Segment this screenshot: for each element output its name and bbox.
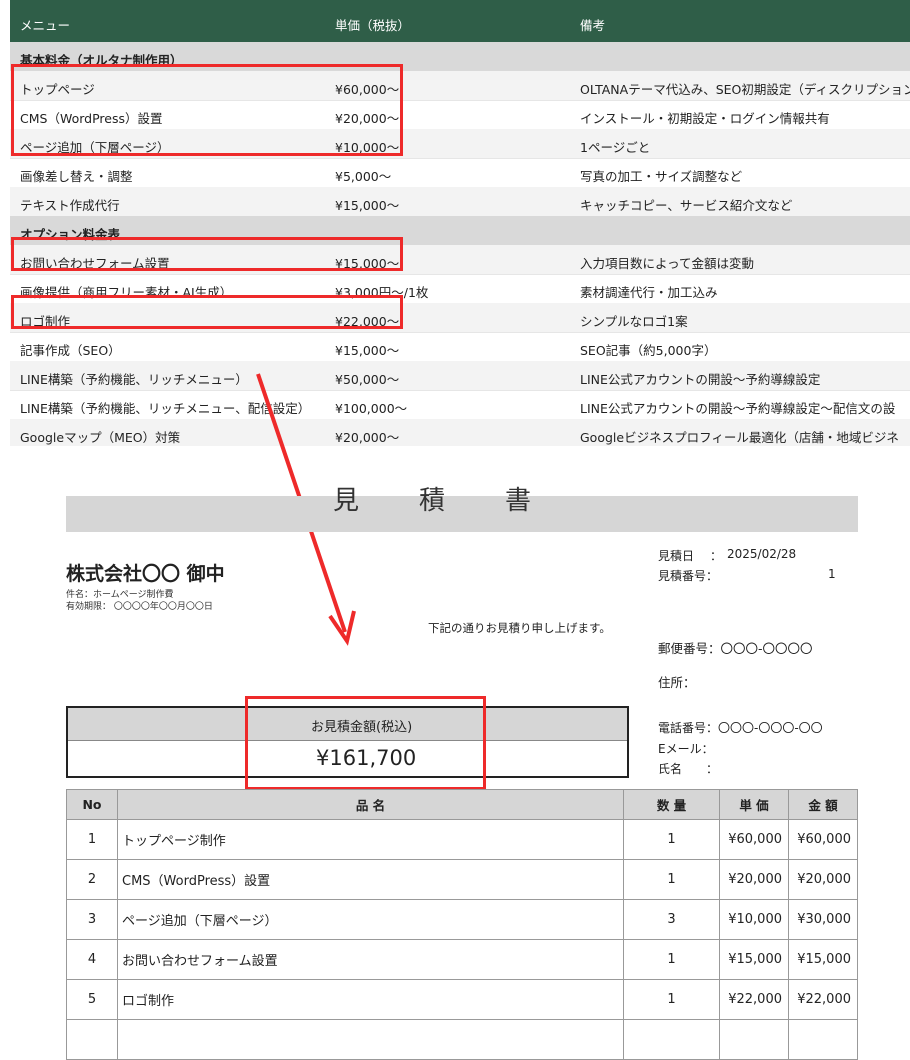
intro-text: 下記の通りお見積り申し上げます。: [428, 621, 611, 635]
estimate-document: 見積書 株式会社〇〇 御中 件名：ホームページ制作費 有効期限： 〇〇〇〇年〇〇…: [0, 446, 910, 1060]
item-qty: 1: [623, 859, 720, 900]
item-name: お問い合わせフォーム設置: [117, 939, 624, 980]
item-row: 1 トップページ制作 1 ¥60,000 ¥60,000: [66, 819, 858, 860]
postal-code: 郵便番号：〇〇〇-〇〇〇〇: [658, 641, 813, 656]
item-qty: 1: [623, 819, 720, 860]
item-row: 4 お問い合わせフォーム設置 1 ¥15,000 ¥15,000: [66, 939, 858, 980]
phone: 電話番号：〇〇〇-〇〇〇-〇〇: [658, 721, 823, 735]
validity-line: 有効期限： 〇〇〇〇年〇〇月〇〇日: [66, 602, 213, 612]
number-value: 1: [828, 567, 836, 581]
address: 住所：: [658, 675, 696, 690]
item-unit-price: ¥22,000: [719, 979, 789, 1020]
col-no: No: [66, 789, 118, 820]
item-qty: [623, 1019, 720, 1060]
items-header-row: No 品 名 数 量 単 価 金 額: [66, 789, 858, 820]
col-item: 品 名: [117, 789, 624, 820]
col-amount: 金 額: [788, 789, 858, 820]
date-value: 2025/02/28: [727, 547, 797, 561]
number-label: 見積番号：: [658, 569, 719, 583]
contact-name: 氏名 ：: [658, 762, 719, 776]
item-name: ロゴ制作: [117, 979, 624, 1020]
item-row: [66, 1019, 858, 1060]
date-separator: ：: [710, 549, 723, 563]
estimate-title-bar: 見積書: [66, 486, 858, 532]
estimate-title: 見積書: [332, 486, 591, 516]
item-amount: ¥15,000: [788, 939, 858, 980]
item-unit-price: ¥15,000: [719, 939, 789, 980]
recipient-company: 株式会社〇〇 御中: [66, 563, 225, 585]
item-name: ページ追加（下層ページ）: [117, 899, 624, 940]
item-no: 3: [66, 899, 118, 940]
item-qty: 1: [623, 939, 720, 980]
email: Eメール：: [658, 742, 714, 756]
item-no: 5: [66, 979, 118, 1020]
date-label: 見積日: [658, 549, 695, 563]
item-no: 1: [66, 819, 118, 860]
item-name: トップページ制作: [117, 819, 624, 860]
item-amount: ¥22,000: [788, 979, 858, 1020]
item-name: CMS（WordPress）設置: [117, 859, 624, 900]
item-name: [117, 1019, 624, 1060]
item-no: [66, 1019, 118, 1060]
item-amount: [788, 1019, 858, 1060]
item-row: 2 CMS（WordPress）設置 1 ¥20,000 ¥20,000: [66, 859, 858, 900]
item-qty: 3: [623, 899, 720, 940]
item-unit-price: [719, 1019, 789, 1060]
col-qty: 数 量: [623, 789, 720, 820]
col-unit: 単 価: [719, 789, 789, 820]
item-unit-price: ¥10,000: [719, 899, 789, 940]
item-row: 3 ページ追加（下層ページ） 3 ¥10,000 ¥30,000: [66, 899, 858, 940]
item-row: 5 ロゴ制作 1 ¥22,000 ¥22,000: [66, 979, 858, 1020]
item-amount: ¥30,000: [788, 899, 858, 940]
item-unit-price: ¥20,000: [719, 859, 789, 900]
item-unit-price: ¥60,000: [719, 819, 789, 860]
highlight-box-total: [245, 696, 486, 790]
item-amount: ¥20,000: [788, 859, 858, 900]
item-no: 4: [66, 939, 118, 980]
estimate-items-table: No 品 名 数 量 単 価 金 額 1 トップページ制作 1 ¥60,000 ¥60,…: [66, 789, 858, 1060]
item-amount: ¥60,000: [788, 819, 858, 860]
item-qty: 1: [623, 979, 720, 1020]
item-no: 2: [66, 859, 118, 900]
